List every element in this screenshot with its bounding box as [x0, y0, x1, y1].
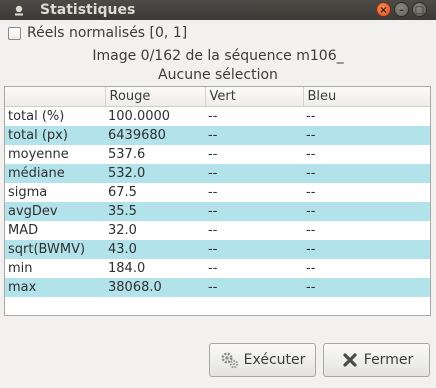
- normalized-label: Réels normalisés [0, 1]: [27, 25, 188, 41]
- close-label: Fermer: [363, 352, 414, 368]
- normalized-checkbox[interactable]: [8, 26, 21, 40]
- stat-name: sigma: [8, 185, 48, 200]
- stat-green: --: [208, 185, 218, 200]
- stat-name: avgDev: [5, 202, 105, 221]
- table-row[interactable]: total (%) 100.0000 -- --: [5, 107, 430, 127]
- stat-green: --: [205, 164, 303, 183]
- window-titlebar[interactable]: Statistiques × – □: [0, 0, 436, 20]
- image-info-text: Image 0/162 de la séquence m106_: [92, 48, 344, 64]
- table-row[interactable]: sigma 67.5 -- --: [5, 183, 430, 202]
- stat-green: --: [205, 126, 303, 145]
- execute-label: Exécuter: [243, 352, 306, 368]
- selection-info-text: Aucune sélection: [158, 67, 278, 83]
- stat-name: total (px): [5, 126, 105, 145]
- stat-name: médiane: [5, 164, 105, 183]
- table-row[interactable]: total (px) 6439680 -- --: [5, 126, 430, 145]
- table-row[interactable]: médiane 532.0 -- --: [5, 164, 430, 183]
- stat-name: moyenne: [8, 147, 69, 162]
- stat-name: sqrt(BWMV): [5, 240, 105, 259]
- column-header-red[interactable]: Rouge: [105, 87, 206, 107]
- x-icon: [343, 353, 357, 367]
- stat-red: 35.5: [105, 202, 205, 221]
- minimize-window-button[interactable]: –: [394, 2, 409, 17]
- column-header-blue[interactable]: Bleu: [303, 87, 430, 107]
- table-row[interactable]: min 184.0 -- --: [5, 259, 430, 278]
- stat-blue: --: [306, 185, 316, 200]
- stat-blue: --: [306, 147, 316, 162]
- stat-red: 32.0: [108, 223, 137, 238]
- stat-blue: --: [303, 164, 430, 183]
- stat-green: --: [208, 223, 218, 238]
- stat-red: 38068.0: [105, 278, 205, 297]
- stat-blue: --: [303, 126, 430, 145]
- stat-blue: --: [306, 223, 316, 238]
- close-button[interactable]: Fermer: [323, 343, 430, 377]
- stat-red: 532.0: [105, 164, 205, 183]
- stat-green: --: [205, 240, 303, 259]
- stat-blue: --: [303, 202, 430, 221]
- stat-green: --: [208, 109, 218, 124]
- stat-name: MAD: [8, 223, 39, 238]
- stat-red: 537.6: [108, 147, 146, 162]
- table-header-row: Rouge Vert Bleu: [5, 87, 430, 107]
- stat-name: max: [5, 278, 105, 297]
- table-row[interactable]: avgDev 35.5 -- --: [5, 202, 430, 221]
- stat-name: total (%): [8, 109, 65, 124]
- stat-green: --: [205, 278, 303, 297]
- maximize-window-button[interactable]: □: [412, 2, 427, 17]
- stat-blue: --: [303, 240, 430, 259]
- column-header-name[interactable]: [5, 87, 106, 107]
- stat-green: --: [205, 202, 303, 221]
- stat-red: 43.0: [105, 240, 205, 259]
- table-row[interactable]: max 38068.0 -- --: [5, 278, 430, 297]
- gears-icon: [221, 352, 238, 369]
- stat-red: 184.0: [108, 261, 146, 276]
- app-icon: [15, 5, 23, 16]
- execute-button[interactable]: Exécuter: [209, 343, 316, 377]
- stat-red: 6439680: [105, 126, 205, 145]
- stat-red: 100.0000: [108, 109, 171, 124]
- close-window-button[interactable]: ×: [376, 2, 391, 17]
- stat-blue: --: [303, 278, 430, 297]
- table-row[interactable]: sqrt(BWMV) 43.0 -- --: [5, 240, 430, 259]
- stat-blue: --: [306, 261, 316, 276]
- stat-name: min: [8, 261, 33, 276]
- stat-green: --: [208, 261, 218, 276]
- stat-blue: --: [306, 109, 316, 124]
- table-row[interactable]: MAD 32.0 -- --: [5, 221, 430, 240]
- statistics-table[interactable]: Rouge Vert Bleu total (%) 100.0000 -- --…: [4, 86, 431, 316]
- column-header-green[interactable]: Vert: [205, 87, 304, 107]
- table-row[interactable]: moyenne 537.6 -- --: [5, 145, 430, 164]
- stat-red: 67.5: [108, 185, 137, 200]
- window-title: Statistiques: [40, 2, 136, 18]
- normalized-option[interactable]: Réels normalisés [0, 1]: [8, 24, 187, 42]
- stat-green: --: [208, 147, 218, 162]
